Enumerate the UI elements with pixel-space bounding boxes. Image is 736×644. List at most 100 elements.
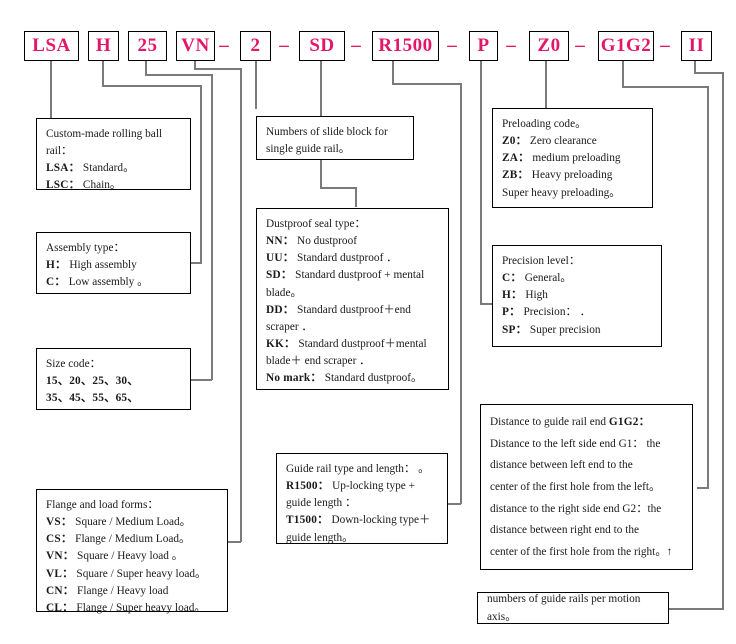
note-item: LSC： Chain。	[46, 177, 181, 194]
note-title: Guide rail type and length： 。	[286, 463, 430, 475]
note-item-key: LSA：	[46, 162, 81, 175]
code-segment-vn[interactable]: VN	[176, 31, 215, 61]
note-item-key: No mark：	[266, 372, 322, 385]
note-item-value: Precision： ．	[523, 306, 591, 319]
note-line: distance between left end to the	[490, 459, 633, 472]
leader-line	[697, 487, 709, 489]
note-title: Distance to guide rail end G1G2：	[490, 412, 683, 434]
leader-line	[145, 74, 212, 76]
note-item: No mark： Standard dustproof。	[266, 370, 439, 387]
note-item: CN： Flange / Heavy load	[46, 583, 218, 600]
note-item-key: CL：	[46, 601, 74, 614]
note-title: Flange and load forms：	[46, 499, 159, 511]
note-item-value: General。	[524, 272, 572, 285]
code-segment-sd[interactable]: SD	[299, 31, 345, 61]
note-item-value: Square / Heavy load 。	[77, 550, 184, 563]
note-item-key: R1500：	[286, 480, 330, 493]
diagram-canvas: LSA H 25 VN 2 SD R1500 P Z0 G1G2 II – – …	[0, 0, 736, 644]
note-item-key: UU：	[266, 252, 295, 265]
note-title: Assembly type：	[46, 242, 125, 254]
leader-line	[392, 61, 394, 84]
code-segment-r1500[interactable]: R1500	[372, 31, 439, 61]
note-item: NN： No dustproof	[266, 233, 439, 250]
note-item-value: Flange / Medium Load。	[75, 533, 191, 546]
note-dustproof-seal-type: Dustproof seal type： NN： No dustproof UU…	[256, 208, 449, 390]
leader-line	[707, 86, 709, 488]
note-size-line-1: 15、20、25、30、	[46, 373, 181, 390]
note-line: center of the first hole from the right。…	[490, 546, 673, 559]
note-assembly-type: Assembly type： H： High assembly C： Low a…	[36, 232, 191, 294]
note-title: Size code：	[46, 358, 101, 370]
note-slide-block-numbers: Numbers of slide block for single guide …	[256, 116, 414, 160]
note-item: C： General。	[502, 270, 652, 287]
leader-line	[722, 72, 724, 609]
note-flange-and-load: Flange and load forms： VS： Square / Medi…	[36, 489, 228, 614]
code-separator: –	[660, 35, 670, 56]
note-item-key: H：	[502, 289, 523, 302]
leader-line	[320, 187, 356, 189]
note-item: SP： Super precision	[502, 322, 652, 339]
note-item: VL： Square / Super heavy load。	[46, 566, 218, 583]
note-guide-rail-type-length: Guide rail type and length： 。 R1500： Up-…	[276, 453, 448, 544]
note-item-key: C：	[502, 272, 522, 285]
code-segment-2[interactable]: 2	[240, 31, 271, 61]
note-item-value: Low assembly 。	[68, 276, 149, 289]
note-item: Z0： Zero clearance	[502, 133, 643, 150]
note-item: SD： Standard dustproof + mental blade。	[266, 267, 439, 301]
note-item-key: KK：	[266, 338, 296, 351]
note-item-value: High	[525, 289, 548, 302]
note-title: Dustproof seal type：	[266, 218, 366, 230]
code-segment-lsa[interactable]: LSA	[24, 31, 79, 61]
note-precision-level: Precision level： C： General。 H： High P： …	[492, 245, 662, 347]
code-segment-p[interactable]: P	[469, 31, 498, 61]
note-item-key: CS：	[46, 533, 73, 546]
note-item: ZB： Heavy preloading	[502, 167, 643, 184]
code-segment-25[interactable]: 25	[128, 31, 167, 61]
note-item-key: H：	[46, 259, 67, 272]
note-item-key: NN：	[266, 235, 295, 248]
leader-line	[102, 61, 104, 86]
note-title: Precision level：	[502, 255, 581, 267]
leader-line	[448, 503, 461, 505]
note-rolling-ball-rail: Custom-made rolling ball rail： LSA： Stan…	[36, 118, 191, 191]
note-line: center of the first hole from the left。	[490, 481, 661, 494]
note-size-line-2: 35、45、55、65、	[46, 390, 181, 407]
note-item-key: VN：	[46, 550, 75, 563]
code-segment-h[interactable]: H	[88, 31, 119, 61]
note-item-key: LSC：	[46, 179, 81, 192]
note-line: distance to the right side end G2：the	[490, 502, 662, 515]
code-segment-g1g2[interactable]: G1G2	[598, 31, 654, 61]
leader-line	[694, 72, 724, 74]
leader-line	[102, 85, 202, 87]
code-segment-z0[interactable]: Z0	[529, 31, 569, 61]
leader-line	[392, 83, 462, 85]
note-item-value: Standard。	[82, 162, 135, 175]
note-title-plain: Distance to guide rail end	[490, 416, 609, 428]
note-title: Preloading code。	[502, 118, 587, 130]
note-item: H： High assembly	[46, 257, 181, 274]
note-item-key: P：	[502, 306, 521, 319]
leader-line	[50, 61, 52, 125]
note-guide-rail-end-distance: Distance to guide rail end G1G2： Distanc…	[480, 404, 693, 570]
note-item-key: VL：	[46, 567, 74, 580]
note-item-key: T1500：	[286, 514, 329, 527]
note-last-line: Super heavy preloading。	[502, 186, 621, 199]
note-item-key: Z0：	[502, 135, 528, 148]
note-item-value: High assembly	[69, 259, 137, 272]
note-line: Distance to the left side end G1： the	[490, 437, 661, 450]
code-separator: –	[575, 35, 585, 56]
note-item: UU： Standard dustproof ．	[266, 250, 439, 267]
leader-line	[460, 83, 462, 504]
note-line-1: numbers of guide rails per motion axis。	[487, 593, 641, 623]
leader-line	[200, 85, 202, 263]
note-size-code: Size code： 15、20、25、30、 35、45、55、65、	[36, 348, 191, 410]
leader-line	[190, 379, 212, 381]
leader-line	[622, 86, 709, 88]
leader-line	[211, 74, 213, 380]
code-separator: –	[279, 35, 289, 56]
code-segment-ii[interactable]: II	[681, 31, 712, 61]
note-item: VS： Square / Medium Load。	[46, 514, 218, 531]
note-item: DD： Standard dustproof＋end scraper ．	[266, 302, 439, 336]
note-item: ZA： medium preloading	[502, 150, 643, 167]
note-item-value: Chain。	[82, 179, 122, 192]
